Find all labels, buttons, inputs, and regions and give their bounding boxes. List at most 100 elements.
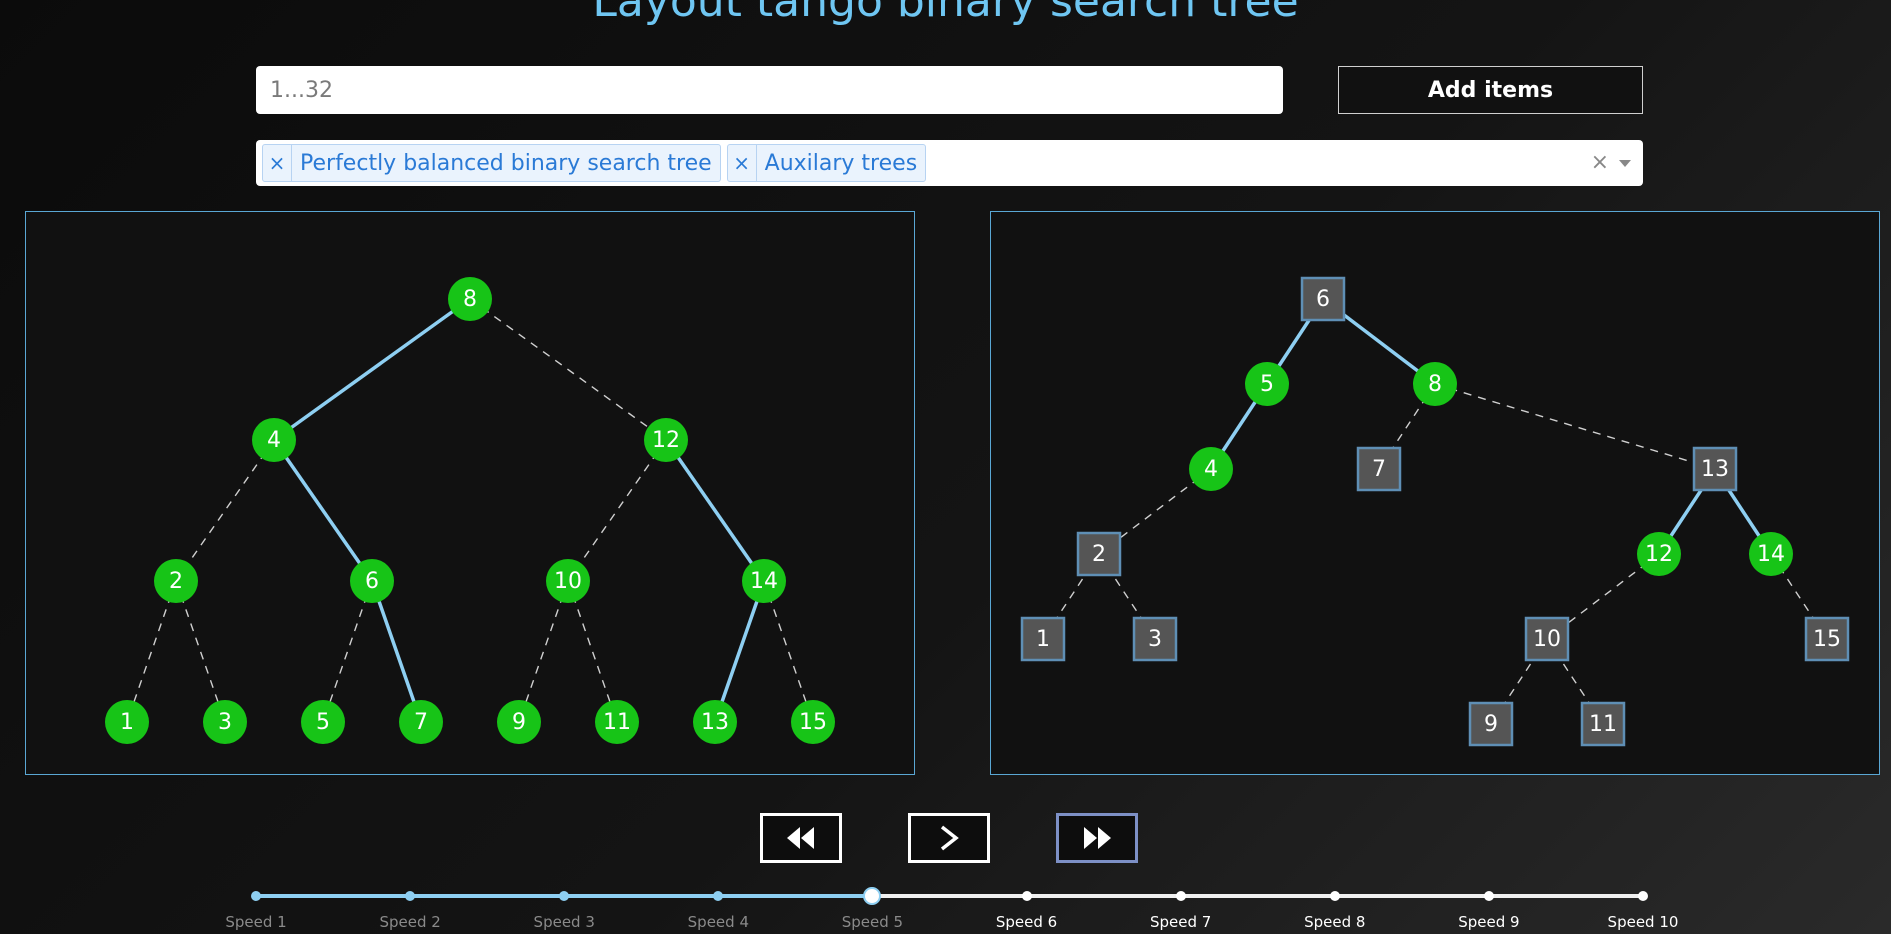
node-label: 13 <box>1701 457 1729 482</box>
right-node-14: 14 <box>1749 532 1793 576</box>
left-node-3: 3 <box>203 700 247 744</box>
right-node-15: 15 <box>1804 616 1850 662</box>
speed-label-9[interactable]: Speed 9 <box>1429 913 1549 931</box>
node-label: 15 <box>1813 627 1841 652</box>
right-node-11: 11 <box>1580 701 1626 747</box>
balanced-tree-canvas: 84 122 6 10 141 3 5 7 9 11 13 15 <box>105 277 835 744</box>
fast-forward-button[interactable] <box>1056 813 1138 863</box>
left-edge-8-12 <box>469 298 667 441</box>
left-node-5: 5 <box>301 700 345 744</box>
selected-tag-balanced-tree: × Perfectly balanced binary search tree <box>262 144 721 182</box>
node-label: 9 <box>1484 712 1498 737</box>
right-edge-8-13 <box>1434 383 1716 470</box>
items-input[interactable] <box>256 66 1283 114</box>
speed-tick-4[interactable] <box>713 891 724 901</box>
left-edge-6-7 <box>370 580 423 723</box>
right-node-8: 8 <box>1413 362 1457 406</box>
chevron-right-icon <box>940 825 959 851</box>
node-label: 8 <box>1428 372 1442 397</box>
rewind-button[interactable] <box>760 813 842 863</box>
tag-remove-icon[interactable]: × <box>728 145 757 181</box>
node-label: 6 <box>1316 287 1330 312</box>
node-label: 2 <box>1092 542 1106 567</box>
node-label: 4 <box>1204 457 1218 482</box>
left-node-15: 15 <box>791 700 835 744</box>
node-label: 7 <box>1372 457 1386 482</box>
selected-tag-auxiliary-trees: × Auxilary trees <box>726 144 927 182</box>
left-node-14: 14 <box>742 559 786 603</box>
left-edge-4-6 <box>272 439 374 582</box>
left-node-10: 10 <box>546 559 590 603</box>
speed-tick-9[interactable] <box>1483 891 1494 901</box>
balanced-tree-panel: 8 4 12 2 6 10 14 1 3 5 7 9 11 13 15 <box>25 211 915 775</box>
speed-label-10[interactable]: Speed 10 <box>1583 913 1703 931</box>
left-edge-14-15 <box>763 580 814 723</box>
left-edge-8-4 <box>272 297 472 442</box>
speed-tick-10[interactable] <box>1638 891 1648 901</box>
left-node-2: 2 <box>154 559 198 603</box>
speed-tick-2[interactable] <box>405 891 416 901</box>
right-node-4: 4 <box>1189 447 1233 491</box>
node-label: 14 <box>1757 542 1785 567</box>
speed-tick-1[interactable] <box>251 891 261 901</box>
node-label: 3 <box>1148 627 1162 652</box>
left-edge-6-5 <box>322 580 373 723</box>
speed-slider-thumb[interactable] <box>863 887 882 905</box>
left-edge-4-2 <box>175 439 275 582</box>
speed-label-8[interactable]: Speed 8 <box>1275 913 1395 931</box>
speed-label-2[interactable]: Speed 2 <box>350 913 470 931</box>
left-node-9: 9 <box>497 700 541 744</box>
node-label: 2 <box>169 569 183 594</box>
speed-slider[interactable]: Speed 1 Speed 2 Speed 3 Speed 4 Speed 5 Speed… <box>225 880 1678 934</box>
auxiliary-trees-canvas: 65 84 7 132 12 141 3 10 159 11 <box>1020 276 1850 747</box>
node-label: 12 <box>652 428 680 453</box>
tag-remove-icon[interactable]: × <box>263 145 292 181</box>
speed-tick-7[interactable] <box>1175 891 1186 901</box>
left-node-7: 7 <box>399 700 443 744</box>
right-node-7: 7 <box>1356 446 1402 492</box>
right-node-2: 2 <box>1076 531 1122 577</box>
left-node-1: 1 <box>105 700 149 744</box>
node-label: 15 <box>799 710 827 735</box>
speed-label-7[interactable]: Speed 7 <box>1121 913 1241 931</box>
node-label: 7 <box>414 710 428 735</box>
speed-label-5[interactable]: Speed 5 <box>812 913 932 931</box>
node-label: 11 <box>1589 712 1617 737</box>
add-items-button[interactable]: Add items <box>1338 66 1643 114</box>
right-node-9: 9 <box>1468 701 1514 747</box>
node-label: 11 <box>603 710 631 735</box>
speed-tick-3[interactable] <box>559 891 570 901</box>
step-forward-button[interactable] <box>908 813 990 863</box>
node-label: 8 <box>463 287 477 312</box>
left-edge-12-14 <box>664 439 766 582</box>
speed-label-3[interactable]: Speed 3 <box>504 913 624 931</box>
left-edge-10-9 <box>518 580 569 723</box>
left-node-13: 13 <box>693 700 737 744</box>
speed-tick-8[interactable] <box>1329 891 1340 901</box>
right-node-10: 10 <box>1524 616 1570 662</box>
left-node-8: 8 <box>448 277 492 321</box>
node-label: 4 <box>267 428 281 453</box>
node-label: 10 <box>554 569 582 594</box>
clear-all-icon[interactable]: × <box>1591 150 1609 175</box>
right-node-13: 13 <box>1692 446 1738 492</box>
speed-tick-6[interactable] <box>1021 891 1032 901</box>
left-edge-10-11 <box>567 580 618 723</box>
left-node-6: 6 <box>350 559 394 603</box>
node-label: 14 <box>750 569 778 594</box>
right-node-12: 12 <box>1637 532 1681 576</box>
node-label: 13 <box>701 710 729 735</box>
speed-label-6[interactable]: Speed 6 <box>967 913 1087 931</box>
left-node-4: 4 <box>252 418 296 462</box>
tag-label: Auxilary trees <box>764 150 918 176</box>
layout-multiselect[interactable]: × Perfectly balanced binary search tree … <box>256 140 1643 186</box>
node-label: 10 <box>1533 627 1561 652</box>
left-edge-2-3 <box>175 580 226 723</box>
left-node-12: 12 <box>644 418 688 462</box>
dropdown-arrow-icon[interactable] <box>1619 160 1631 167</box>
tag-label: Perfectly balanced binary search tree <box>300 150 712 176</box>
node-label: 9 <box>512 710 526 735</box>
speed-label-1[interactable]: Speed 1 <box>196 913 316 931</box>
page-title: Layout tango binary search tree <box>592 0 1299 27</box>
speed-label-4[interactable]: Speed 4 <box>658 913 778 931</box>
